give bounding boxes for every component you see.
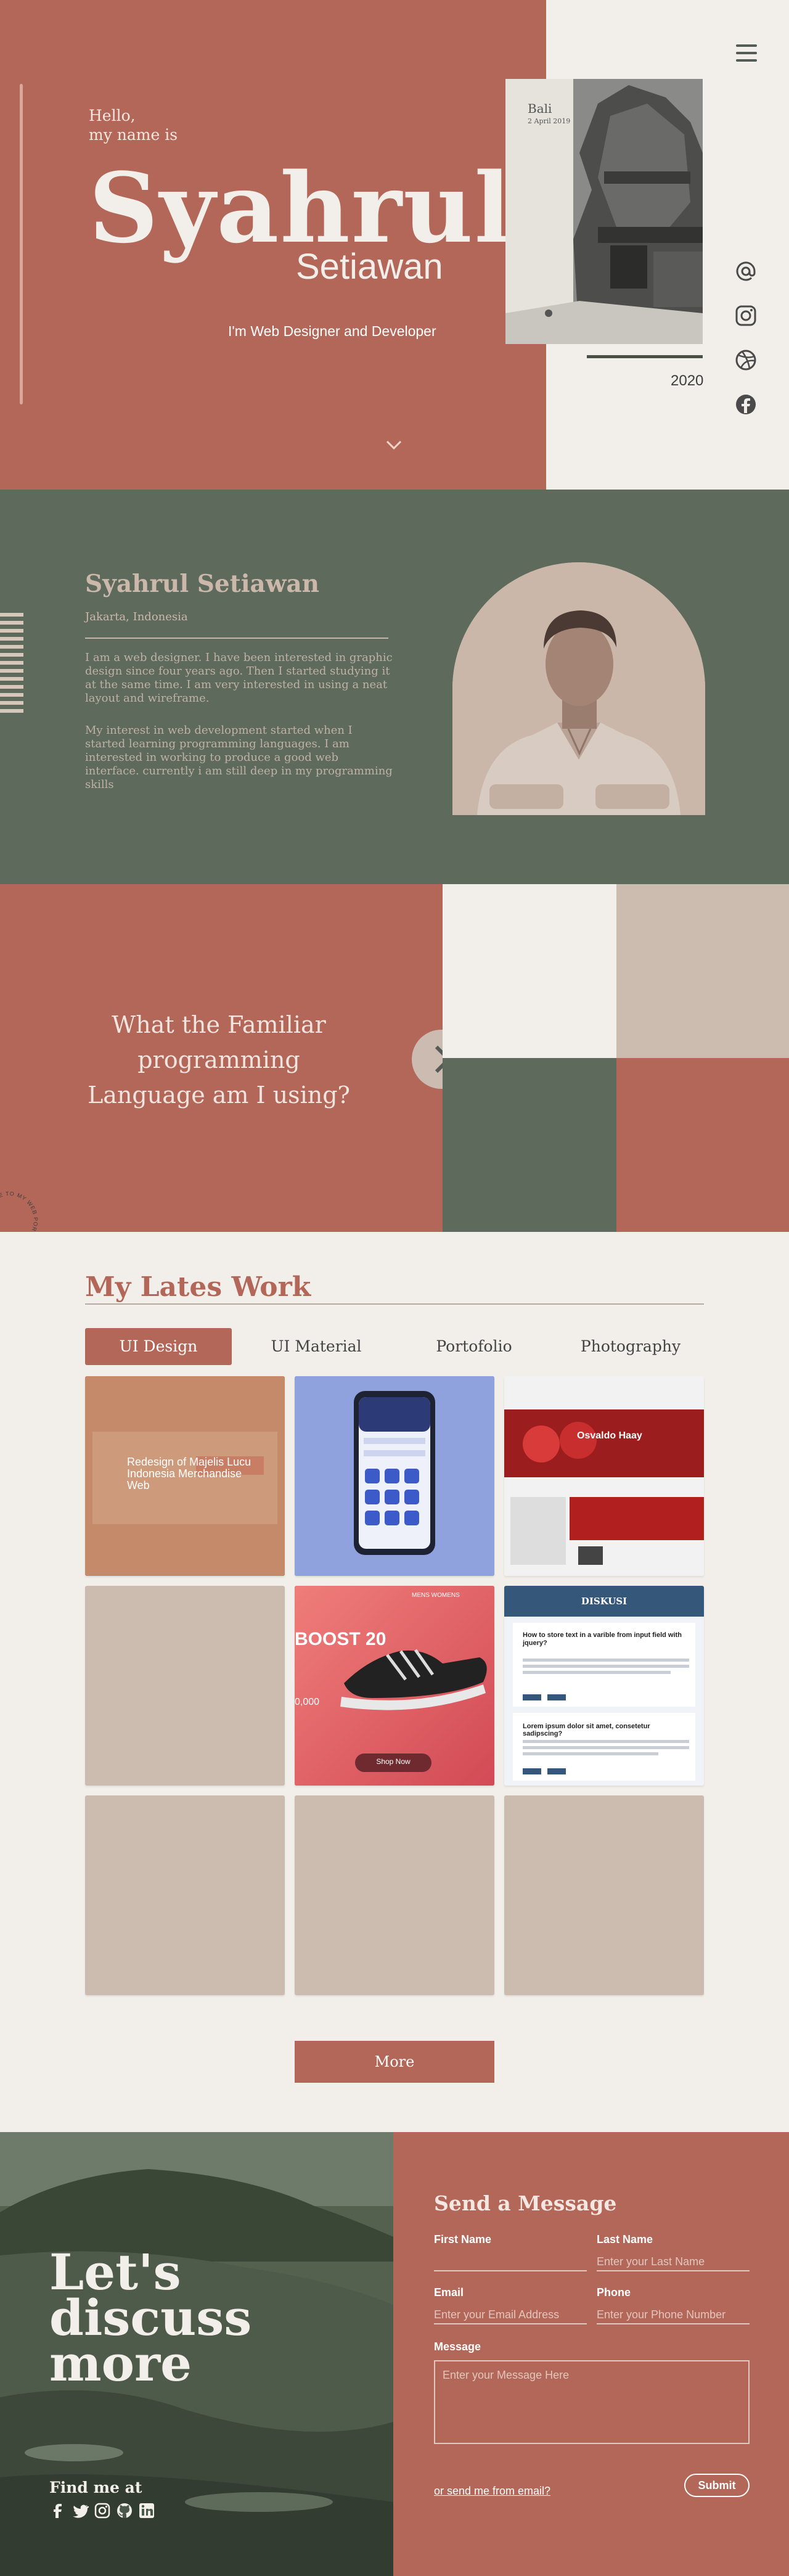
forum-title: DISKUSI	[581, 1596, 628, 1607]
hero-accent-line	[20, 84, 23, 404]
phone-mockup	[295, 1376, 494, 1576]
form-title: Send a Message	[434, 2191, 617, 2215]
message-label: Message	[434, 2340, 481, 2353]
work-tile-mobile-app[interactable]	[295, 1376, 494, 1576]
chevron-down-icon[interactable]	[386, 440, 402, 450]
facebook-icon[interactable]	[49, 2502, 67, 2519]
last-name-field[interactable]	[597, 2253, 750, 2271]
language-section: What the Familiar programming Language a…	[0, 884, 789, 1249]
block-terracotta	[616, 1058, 789, 1232]
hero-year: 2020	[671, 372, 704, 389]
shoe-nav: MENS WOMENS	[412, 1592, 460, 1599]
work-tile-empty-4[interactable]	[504, 1795, 704, 1995]
work-tile-merch[interactable]: Redesign of Majelis Lucu Indonesia Merch…	[85, 1376, 285, 1576]
find-me-label: Find me at	[49, 2479, 142, 2496]
stripe-decoration	[0, 613, 23, 717]
instagram-icon[interactable]	[94, 2502, 111, 2519]
hero-role: I'm Web Designer and Developer	[228, 323, 436, 339]
email-field[interactable]	[434, 2306, 587, 2324]
photo-date: 2 April 2019	[528, 117, 571, 125]
about-location: Jakarta, Indonesia	[85, 610, 188, 623]
dribbble-icon[interactable]	[734, 348, 758, 372]
work-title: My Lates Work	[85, 1271, 311, 1303]
forum-question: How to store text in a varible from inpu…	[523, 1631, 682, 1647]
about-name: Syahrul Setiawan	[85, 570, 320, 598]
hero-panel: Hello, my name is Syahrul Setiawan I'm W…	[0, 0, 546, 490]
forum-answer: Lorem ipsum dolor sit amet, consetetur s…	[523, 1723, 650, 1737]
send-email-link[interactable]: or send me from email?	[434, 2485, 550, 2498]
shoe-shop-button: Shop Now	[376, 1757, 411, 1766]
block-sage	[443, 1058, 616, 1232]
tab-ui-design[interactable]: UI Design	[85, 1328, 232, 1365]
photo-place: Bali	[528, 101, 552, 116]
phone-label: Phone	[597, 2286, 631, 2299]
work-tile-empty-1[interactable]	[85, 1586, 285, 1786]
about-paragraph-2: My interest in web development started w…	[85, 724, 393, 791]
first-name-field[interactable]	[434, 2253, 587, 2271]
twitter-icon[interactable]	[72, 2502, 89, 2519]
more-button[interactable]: More	[295, 2041, 494, 2083]
portrait-photo	[452, 562, 705, 815]
first-name-label: First Name	[434, 2233, 492, 2246]
work-tile-football[interactable]: Osvaldo Haay	[504, 1376, 704, 1576]
football-heading: Osvaldo Haay	[577, 1430, 642, 1441]
language-question: What the Familiar programming Language a…	[88, 1011, 350, 1109]
headline-line1: Let's	[49, 2243, 181, 2301]
hero-last-name: Setiawan	[296, 247, 443, 287]
message-field[interactable]	[434, 2360, 750, 2444]
merch-caption: Redesign of Majelis Lucu Indonesia Merch…	[127, 1456, 251, 1491]
github-icon[interactable]	[116, 2502, 133, 2519]
submit-button[interactable]: Submit	[684, 2474, 750, 2497]
work-section: My Lates Work UI Design UI Material Port…	[0, 1232, 789, 2132]
work-tile-shoes[interactable]: MENS WOMENS BOOST 20 0,000 Shop Now	[295, 1586, 494, 1786]
about-section: Syahrul Setiawan Jakarta, Indonesia I am…	[0, 490, 789, 884]
greeting-line2: my name is	[89, 126, 178, 144]
shoe-heading: BOOST 20	[295, 1629, 386, 1649]
work-tile-empty-3[interactable]	[295, 1795, 494, 1995]
greeting-line1: Hello,	[89, 107, 136, 125]
last-name-label: Last Name	[597, 2233, 653, 2246]
block-taupe	[616, 884, 789, 1058]
phone-field[interactable]	[597, 2306, 750, 2324]
linkedin-icon[interactable]	[138, 2502, 155, 2519]
work-tile-empty-2[interactable]	[85, 1795, 285, 1995]
portrait-image	[452, 562, 705, 815]
hero-section: Hello, my name is Syahrul Setiawan I'm W…	[0, 0, 789, 490]
tab-photography[interactable]: Photography	[557, 1328, 704, 1365]
headline-line2: discuss	[49, 2289, 252, 2347]
menu-icon[interactable]	[736, 44, 757, 63]
work-tile-forum[interactable]: DISKUSI How to store text in a varible f…	[504, 1586, 704, 1786]
year-underline	[587, 355, 703, 358]
contact-section: Let's discuss more Find me at Send a Mes…	[0, 2132, 789, 2576]
shoe-thumbnail	[295, 1586, 494, 1786]
contact-headline: Let's discuss more	[49, 2243, 252, 2392]
contact-photo-panel: Let's discuss more Find me at	[0, 2132, 393, 2576]
greeting: Hello, my name is	[89, 106, 178, 144]
headline-line3: more	[49, 2334, 192, 2392]
block-cream	[443, 884, 616, 1058]
email-label: Email	[434, 2286, 464, 2299]
facebook-icon[interactable]	[734, 392, 758, 417]
shoe-price: 0,000	[295, 1697, 320, 1707]
about-paragraph-1: I am a web designer. I have been interes…	[85, 651, 393, 705]
tab-ui-material[interactable]: UI Material	[243, 1328, 390, 1365]
tab-portofolio[interactable]: Portofolio	[401, 1328, 547, 1365]
instagram-icon[interactable]	[734, 303, 758, 328]
about-divider	[85, 638, 388, 639]
at-icon[interactable]	[734, 259, 758, 284]
work-divider	[85, 1303, 704, 1305]
football-site-thumbnail	[504, 1376, 704, 1576]
temple-photo: Bali 2 April 2019	[505, 79, 703, 344]
forum-thumbnail	[504, 1586, 704, 1786]
